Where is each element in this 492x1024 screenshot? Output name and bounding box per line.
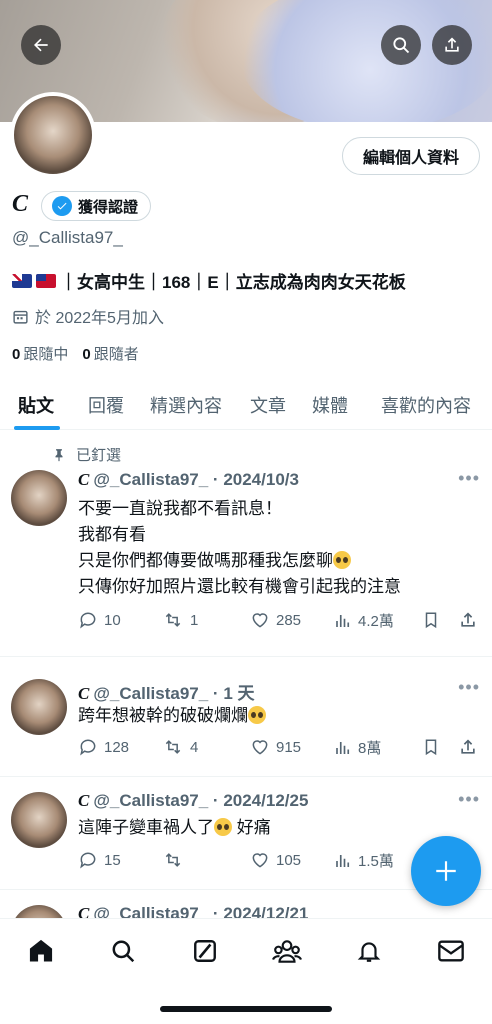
bell-icon — [357, 942, 381, 962]
heart-icon — [252, 613, 268, 628]
arrow-left-icon — [34, 38, 48, 52]
tweet-header: C @_Callista97_ · 2024/12/25 — [78, 791, 309, 810]
tab-likes[interactable]: 喜歡的內容 — [381, 392, 471, 418]
verified-icon — [52, 196, 72, 216]
profile-tabs: 貼文 回覆 精選內容 文章 媒體 喜歡的內容 — [0, 382, 492, 430]
home-icon — [29, 939, 53, 962]
tab-replies[interactable]: 回覆 — [88, 392, 124, 418]
repost-button[interactable]: 1 — [162, 610, 198, 630]
more-options-icon[interactable]: ••• — [458, 468, 480, 489]
tweet-avatar[interactable] — [11, 792, 67, 848]
compose-button[interactable] — [411, 836, 481, 906]
home-indicator — [160, 1006, 332, 1012]
tab-media[interactable]: 媒體 — [312, 392, 348, 418]
heart-icon — [252, 853, 268, 868]
nav-home[interactable] — [25, 935, 57, 967]
analytics-icon — [336, 854, 350, 867]
views-button[interactable]: 8萬 — [334, 737, 381, 758]
reply-icon — [80, 612, 96, 629]
tweet-text: 不要一直說我都不看訊息！ 我都有看 只是你們都傳要做嗎那種我怎麼聊 只傳你好加照… — [78, 499, 401, 596]
share-icon — [461, 612, 475, 627]
tweet-avatar[interactable] — [11, 470, 67, 526]
pleading-face-emoji — [248, 706, 266, 724]
followers-link[interactable]: 0 跟隨者 — [82, 343, 138, 364]
nav-notifications[interactable] — [353, 935, 385, 967]
tweet-avatar[interactable] — [11, 679, 67, 735]
verified-badge-button[interactable]: 獲得認證 — [41, 191, 152, 221]
reply-icon — [80, 739, 96, 756]
views-button[interactable]: 1.5萬 — [334, 850, 394, 871]
joined-text: 於 2022年5月加入 — [35, 310, 164, 327]
tweet-actions: 10 1 285 4.2萬 — [78, 610, 480, 632]
search-button[interactable] — [381, 25, 421, 65]
bio-text: ｜女高中生｜168｜E｜立志成為肉肉女天花板 — [60, 273, 406, 292]
reply-icon — [80, 852, 96, 869]
pleading-face-emoji — [333, 551, 351, 569]
bookmark-button[interactable] — [422, 610, 440, 630]
nav-grok[interactable] — [189, 935, 221, 967]
tweet-text: 這陣子變車禍人了 好痛 — [78, 818, 271, 837]
australia-flag-icon — [12, 273, 32, 288]
edit-profile-button[interactable]: 編輯個人資料 — [342, 137, 480, 175]
plus-icon — [436, 861, 456, 881]
share-tweet-button[interactable] — [458, 610, 478, 630]
nav-search[interactable] — [107, 935, 139, 967]
views-button[interactable]: 4.2萬 — [334, 610, 394, 631]
joined-date: 於 2022年5月加入 — [12, 304, 164, 328]
more-options-icon[interactable]: ••• — [458, 789, 480, 810]
repost-icon — [165, 853, 181, 867]
tab-articles[interactable]: 文章 — [250, 392, 286, 418]
tweet[interactable]: C @_Callista97_ · 1 天 ••• 跨年想被幹的破破爛爛 128 … — [0, 657, 492, 777]
tab-posts[interactable]: 貼文 — [18, 392, 54, 418]
pleading-face-emoji — [214, 818, 232, 836]
reply-button[interactable]: 128 — [78, 737, 129, 757]
tab-highlights[interactable]: 精選內容 — [150, 392, 222, 418]
tweet-header: C @_Callista97_ · 1 天 — [78, 684, 255, 703]
calendar-icon — [13, 310, 28, 324]
share-icon — [445, 37, 459, 52]
tweet-header: C @_Callista97_ · 2024/10/3 — [78, 470, 299, 489]
search-icon — [393, 37, 410, 54]
bookmark-icon — [425, 612, 437, 629]
nav-messages[interactable] — [435, 935, 467, 967]
bookmark-icon — [425, 739, 437, 756]
reply-button[interactable]: 10 — [78, 610, 121, 630]
repost-button[interactable]: 4 — [162, 737, 198, 757]
search-icon — [112, 940, 135, 963]
grok-icon — [194, 940, 216, 962]
communities-icon — [272, 940, 302, 963]
more-options-icon[interactable]: ••• — [458, 677, 480, 698]
display-name: C — [12, 191, 29, 217]
reply-button[interactable]: 15 — [78, 850, 121, 870]
follow-stats: 0 跟隨中 0 跟隨者 — [12, 343, 139, 364]
mail-icon — [438, 940, 464, 962]
active-tab-indicator — [14, 426, 60, 430]
profile-bio: ｜女高中生｜168｜E｜立志成為肉肉女天花板 — [12, 268, 406, 293]
bookmark-button[interactable] — [422, 737, 440, 757]
like-button[interactable]: 105 — [250, 850, 301, 870]
share-tweet-button[interactable] — [458, 737, 478, 757]
verified-label: 獲得認證 — [78, 198, 139, 216]
repost-icon — [165, 613, 181, 627]
tweet-text: 跨年想被幹的破破爛爛 — [78, 703, 266, 729]
tweet[interactable]: C @_Callista97_ · 2024/10/3 ••• 不要一直說我都不看… — [0, 432, 492, 657]
analytics-icon — [336, 614, 350, 627]
like-button[interactable]: 915 — [250, 737, 301, 757]
share-button[interactable] — [432, 25, 472, 65]
repost-button[interactable] — [162, 850, 184, 870]
following-link[interactable]: 0 跟隨中 — [12, 343, 68, 364]
heart-icon — [252, 740, 268, 755]
like-button[interactable]: 285 — [250, 610, 301, 630]
taiwan-flag-icon — [36, 273, 56, 288]
repost-icon — [165, 740, 181, 754]
tweet-actions: 128 4 915 8萬 — [78, 737, 480, 759]
profile-handle: @_Callista97_ — [12, 228, 123, 247]
analytics-icon — [336, 741, 350, 754]
back-button[interactable] — [21, 25, 61, 65]
share-icon — [461, 739, 475, 754]
profile-avatar[interactable] — [10, 92, 96, 178]
nav-communities[interactable] — [271, 935, 303, 967]
